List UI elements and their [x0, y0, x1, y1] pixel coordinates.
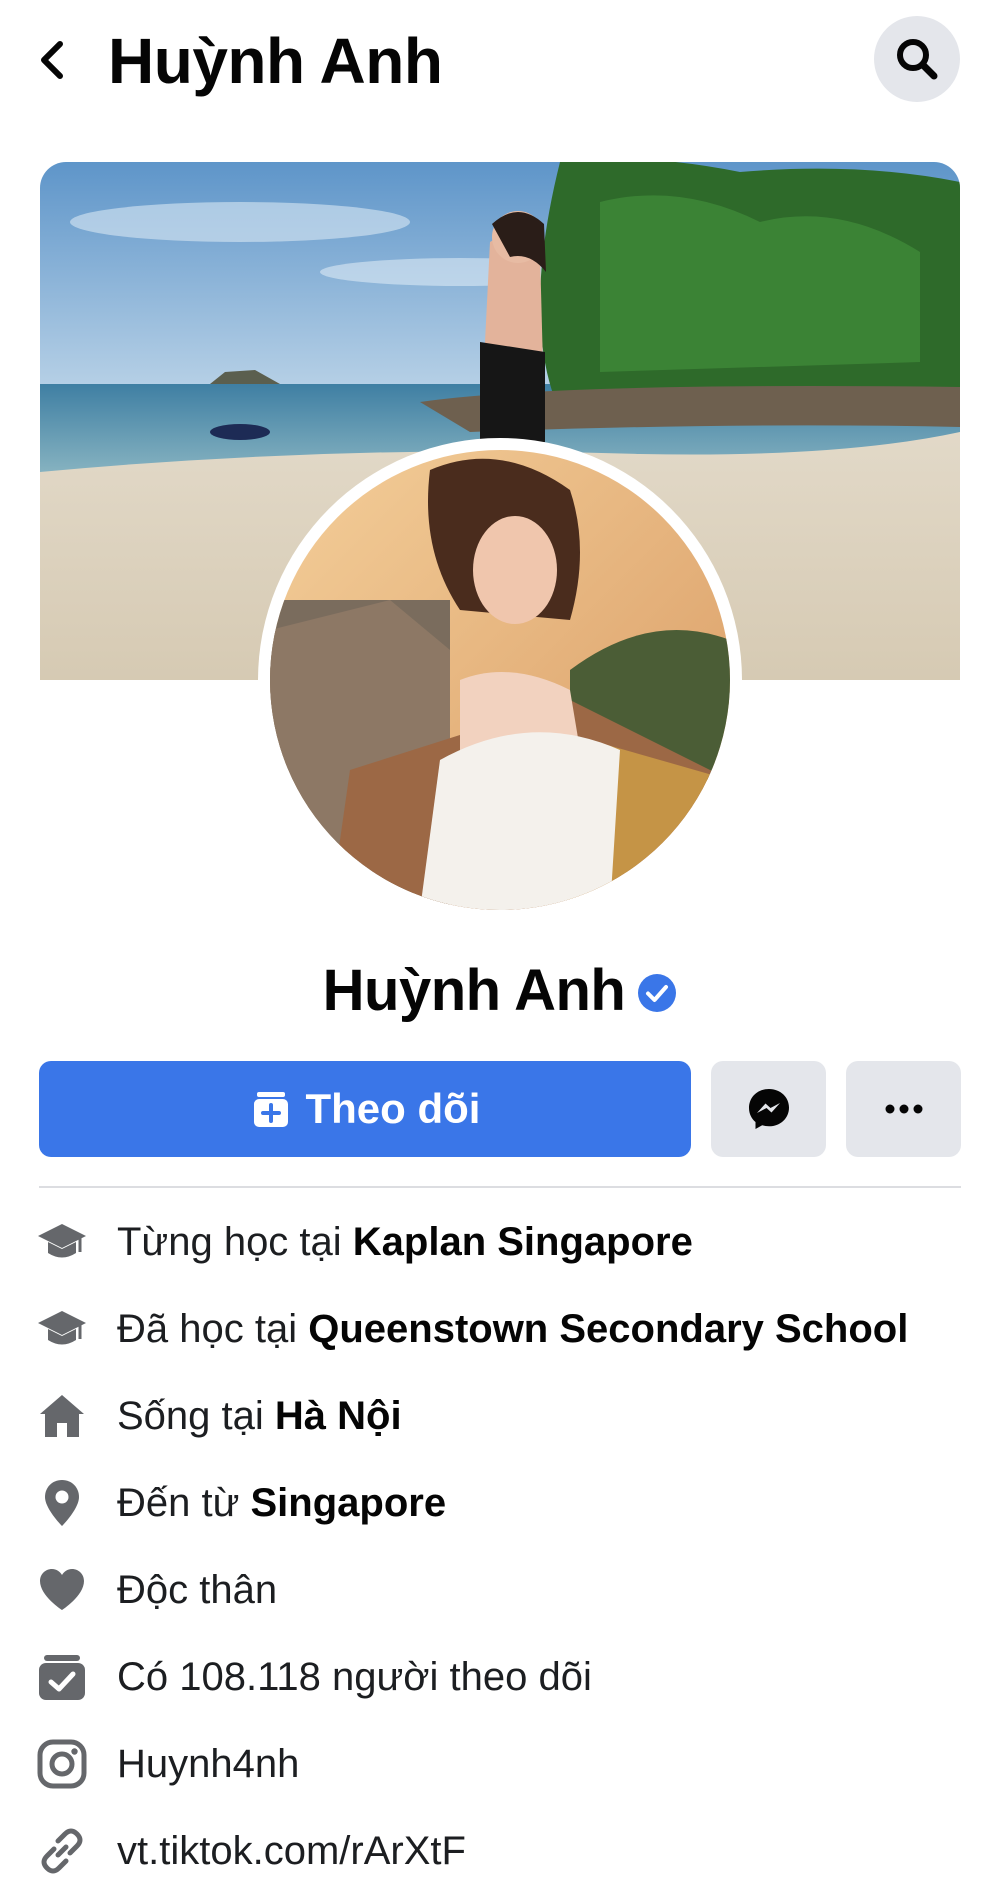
link-icon: [36, 1825, 88, 1877]
intro-item-website-link[interactable]: vt.tiktok.com/rArXtF: [0, 1816, 1000, 1886]
more-dots-icon: [885, 1104, 922, 1114]
intro-item-relationship[interactable]: Độc thân: [0, 1555, 1000, 1625]
page-title: Huỳnh Anh: [108, 25, 443, 97]
messenger-button[interactable]: [711, 1061, 826, 1157]
intro-item-followers[interactable]: Có 108.118 người theo dõi: [0, 1642, 1000, 1712]
search-icon: [897, 39, 938, 80]
avatar[interactable]: [270, 450, 730, 910]
intro-text-prefix: Đến từ: [117, 1480, 251, 1525]
intro-text-prefix: Từng học tại: [117, 1219, 353, 1264]
intro-item-education[interactable]: Từng học tại Kaplan Singapore: [0, 1207, 1000, 1277]
follow-icon: [253, 1092, 288, 1127]
intro-text-prefix: Có 108.118 người theo dõi: [117, 1654, 592, 1699]
intro-item-current-city[interactable]: Sống tại Hà Nội: [0, 1381, 1000, 1451]
intro-text-highlight: Hà Nội: [274, 1393, 402, 1438]
intro-item-hometown[interactable]: Đến từ Singapore: [0, 1468, 1000, 1538]
profile-name-row: Huỳnh Anh: [0, 950, 1000, 1030]
follow-button[interactable]: Theo dõi: [39, 1061, 691, 1157]
intro-item-education[interactable]: Đã học tại Queenstown Secondary School: [0, 1294, 1000, 1364]
profile-name: Huỳnh Anh: [322, 957, 626, 1023]
location-pin-icon: [36, 1477, 88, 1529]
follow-button-label: Theo dõi: [305, 1085, 481, 1132]
intro-text-highlight: Queenstown Secondary School: [308, 1306, 909, 1351]
search-button[interactable]: [874, 16, 960, 102]
messenger-icon: [748, 1089, 789, 1129]
intro-text-highlight: Kaplan Singapore: [352, 1219, 693, 1264]
divider: [39, 1186, 961, 1188]
top-bar: Huỳnh Anh: [0, 0, 1000, 122]
more-options-button[interactable]: [846, 1061, 961, 1157]
intro-item-instagram[interactable]: Huynh4nh: [0, 1729, 1000, 1799]
intro-text-prefix: vt.tiktok.com/rArXtF: [117, 1828, 466, 1873]
instagram-icon: [36, 1738, 88, 1790]
graduation-cap-icon: [36, 1216, 88, 1268]
intro-text-prefix: Huynh4nh: [117, 1741, 300, 1786]
chevron-left-icon: [41, 41, 63, 79]
followers-icon: [36, 1651, 88, 1703]
back-button[interactable]: [24, 30, 84, 90]
intro-text-highlight: Singapore: [250, 1480, 447, 1525]
intro-text-prefix: Đã học tại: [117, 1306, 309, 1351]
intro-text-prefix: Sống tại: [117, 1393, 275, 1438]
intro-text-prefix: Độc thân: [117, 1567, 278, 1612]
heart-icon: [36, 1564, 88, 1616]
home-icon: [36, 1390, 88, 1442]
verified-badge-icon: [638, 974, 677, 1012]
graduation-cap-icon: [36, 1303, 88, 1355]
avatar-image: [270, 450, 730, 910]
